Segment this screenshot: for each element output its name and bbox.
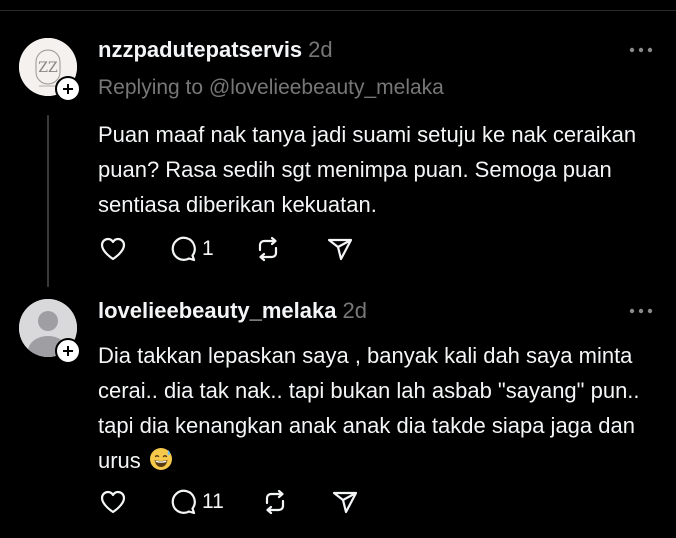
share-button[interactable] (330, 487, 360, 517)
repost-button[interactable] (260, 487, 290, 517)
reply-button[interactable]: 1 (168, 234, 214, 264)
comment-text-body: Dia takkan lepaskan saya , banyak kali d… (98, 343, 640, 473)
reply-button[interactable]: 11 (168, 487, 224, 517)
heart-icon (100, 490, 126, 514)
timestamp: 2d (342, 298, 367, 323)
like-button[interactable] (98, 487, 128, 517)
follow-plus-icon[interactable] (55, 338, 81, 364)
username-text[interactable]: nzzpadutepatservis (98, 37, 302, 62)
send-icon (327, 238, 353, 261)
comment-icon (171, 489, 196, 515)
heart-icon (100, 237, 126, 261)
thread-line (47, 115, 49, 287)
repost-icon (265, 489, 285, 515)
repost-icon (258, 236, 278, 262)
reply-count: 1 (202, 237, 214, 260)
comment-username[interactable]: nzzpadutepatservis 2d (98, 37, 333, 63)
action-bar: 1 (98, 234, 378, 264)
comment-text: Dia takkan lepaskan saya , banyak kali d… (98, 338, 658, 478)
comment-text: Puan maaf nak tanya jadi suami setuju ke… (98, 122, 637, 217)
send-icon (332, 491, 358, 514)
comment-username[interactable]: lovelieebeauty_melaka 2d (98, 298, 367, 324)
like-button[interactable] (98, 234, 128, 264)
more-icon[interactable] (626, 301, 656, 321)
comment-icon (171, 236, 196, 262)
share-button[interactable] (325, 234, 355, 264)
reply-count: 11 (202, 490, 224, 513)
repost-button[interactable] (253, 234, 283, 264)
replying-to[interactable]: Replying to @lovelieebeauty_melaka (98, 76, 444, 100)
grinning-face-with-sweat-icon (149, 448, 172, 470)
timestamp: 2d (308, 37, 333, 62)
top-divider (0, 10, 676, 11)
username-text[interactable]: lovelieebeauty_melaka (98, 298, 336, 323)
more-icon[interactable] (626, 40, 656, 60)
follow-plus-icon[interactable] (55, 76, 81, 102)
svg-text:ZZ: ZZ (38, 60, 58, 76)
action-bar: 11 (98, 487, 378, 517)
